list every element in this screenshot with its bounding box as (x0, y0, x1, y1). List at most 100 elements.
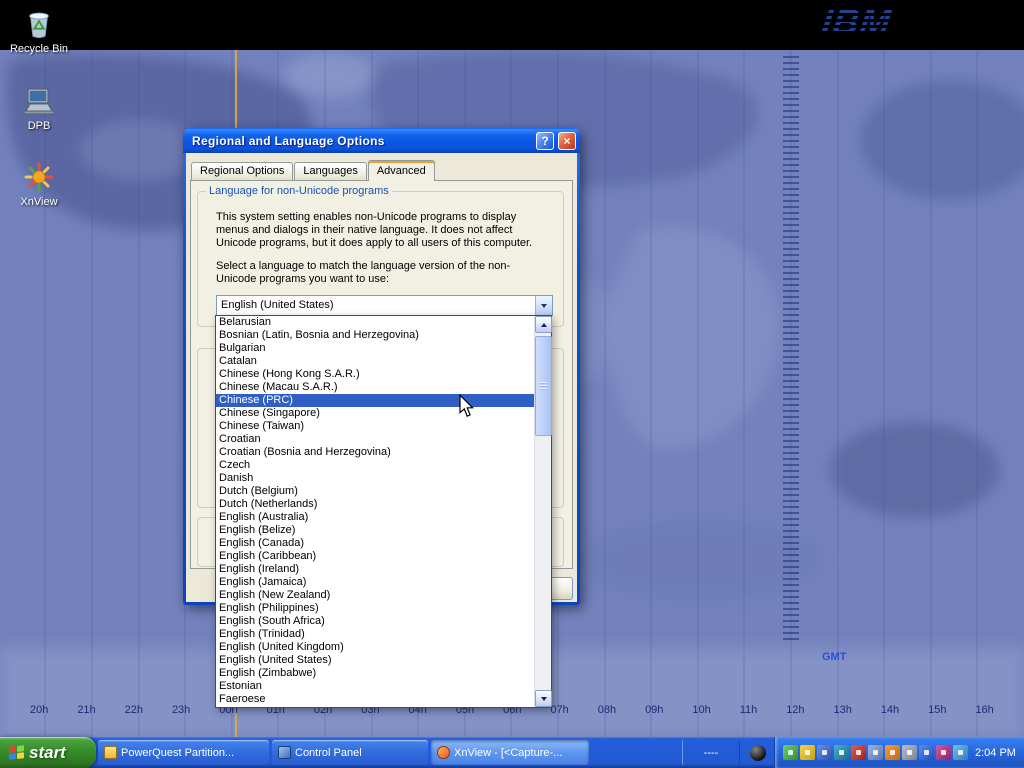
tray-icon-4[interactable] (834, 745, 849, 760)
language-option[interactable]: English (Ireland) (216, 563, 534, 576)
tab-advanced[interactable]: Advanced (368, 160, 435, 181)
tray-icon-1[interactable] (783, 745, 798, 760)
tray-icon-2[interactable] (800, 745, 815, 760)
taskbar-button-powerquest[interactable]: PowerQuest Partition... (98, 740, 269, 765)
desktop-icon-recycle-bin[interactable]: Recycle Bin (4, 5, 74, 55)
group-caption: Language for non-Unicode programs (206, 185, 392, 197)
language-option[interactable]: Czech (216, 459, 534, 472)
language-option[interactable]: English (Philippines) (216, 602, 534, 615)
windows-flag-icon (9, 745, 24, 760)
language-option[interactable]: English (Australia) (216, 511, 534, 524)
arrow-down-icon (541, 697, 547, 704)
timezone-label: 20h (30, 704, 48, 716)
language-option[interactable]: Chinese (Macau S.A.R.) (216, 381, 534, 394)
timezone-label: 15h (928, 704, 946, 716)
desktop-icon-label: XnView (4, 196, 74, 208)
help-button[interactable]: ? (536, 132, 554, 150)
timezone-label: 12h (786, 704, 804, 716)
desktop-icon-label: Recycle Bin (4, 43, 74, 55)
start-button[interactable]: start (0, 737, 96, 768)
desktop-icon-xnview[interactable]: XnView (4, 158, 74, 208)
scrollbar-thumb[interactable] (535, 336, 552, 436)
language-option[interactable]: English (Jamaica) (216, 576, 534, 589)
tray-icon-3[interactable] (817, 745, 832, 760)
tray-icon-6[interactable] (868, 745, 883, 760)
dropdown-items: Belarusian Bosnian (Latin, Bosnia and He… (216, 316, 534, 707)
language-option[interactable]: English (Caribbean) (216, 550, 534, 563)
tab-strip: Regional Options Languages Advanced (191, 161, 436, 181)
timezone-label: 16h (975, 704, 993, 716)
tray-icon-5[interactable] (851, 745, 866, 760)
language-option[interactable]: English (Trinidad) (216, 628, 534, 641)
arrow-up-icon (541, 320, 547, 327)
tray-icon-10[interactable] (936, 745, 951, 760)
scroll-up-button[interactable] (535, 316, 552, 333)
dark-sphere-icon (750, 745, 766, 761)
mouse-cursor (458, 394, 474, 418)
dialog-titlebar[interactable]: Regional and Language Options ? × (183, 128, 580, 153)
dropdown-scrollbar[interactable] (534, 316, 551, 707)
recycle-bin-icon (4, 5, 74, 40)
language-dropdown-list: Belarusian Bosnian (Latin, Bosnia and He… (215, 315, 552, 708)
language-option[interactable]: Chinese (Singapore) (216, 407, 534, 420)
timezone-label: 21h (77, 704, 95, 716)
taskbar-button-xnview[interactable]: XnView - [<Capture-... (431, 740, 589, 765)
ibm-logo: IBM (822, 1, 932, 43)
chevron-down-icon (541, 304, 547, 311)
control-panel-icon (278, 746, 291, 759)
tray-icon-9[interactable] (919, 745, 934, 760)
language-option[interactable]: English (New Zealand) (216, 589, 534, 602)
taskbar-clock: 2:04 PM (975, 747, 1016, 759)
desktop-icon-label: DPB (4, 120, 74, 132)
tray-icon-8[interactable] (902, 745, 917, 760)
tray-icon-7[interactable] (885, 745, 900, 760)
taskbar-empty-area (590, 737, 680, 768)
desktop-icon-dpb[interactable]: DPB (4, 82, 74, 132)
gmt-label: GMT (822, 651, 846, 663)
language-option[interactable]: Croatian (216, 433, 534, 446)
language-option[interactable]: English (United States) (216, 654, 534, 667)
timezone-label: 11h (740, 704, 758, 716)
language-option[interactable]: Dutch (Netherlands) (216, 498, 534, 511)
taskbar: start PowerQuest Partition... Control Pa… (0, 737, 1024, 768)
language-option-selected[interactable]: Chinese (PRC) (216, 394, 534, 407)
language-option[interactable]: Croatian (Bosnia and Herzegovina) (216, 446, 534, 459)
language-option[interactable]: English (South Africa) (216, 615, 534, 628)
dialog-title: Regional and Language Options (183, 134, 536, 148)
scroll-down-button[interactable] (535, 690, 552, 707)
language-option[interactable]: Danish (216, 472, 534, 485)
timezone-label: 13h (834, 704, 852, 716)
language-option[interactable]: Chinese (Hong Kong S.A.R.) (216, 368, 534, 381)
close-button[interactable]: × (558, 132, 576, 150)
timezone-label: 22h (125, 704, 143, 716)
language-option[interactable]: Chinese (Taiwan) (216, 420, 534, 433)
folder-icon (104, 746, 117, 759)
language-option[interactable]: Faeroese (216, 693, 534, 706)
language-option[interactable]: English (Belize) (216, 524, 534, 537)
language-option[interactable]: Bosnian (Latin, Bosnia and Herzegovina) (216, 329, 534, 342)
language-option[interactable]: Bulgarian (216, 342, 534, 355)
toolbar-icon[interactable] (745, 742, 771, 763)
timezone-label: 09h (645, 704, 663, 716)
taskbar-button-control-panel[interactable]: Control Panel (272, 740, 428, 765)
language-option[interactable]: Dutch (Belgium) (216, 485, 534, 498)
language-option[interactable]: Estonian (216, 680, 534, 693)
tab-regional-options[interactable]: Regional Options (191, 162, 293, 180)
language-combobox[interactable]: English (United States) (216, 295, 553, 316)
language-option[interactable]: English (Zimbabwe) (216, 667, 534, 680)
ibm-logo-bars (816, 4, 938, 43)
language-option[interactable]: Catalan (216, 355, 534, 368)
tab-languages[interactable]: Languages (294, 162, 366, 180)
language-option[interactable]: English (United Kingdom) (216, 641, 534, 654)
language-option[interactable]: Belarusian (216, 316, 534, 329)
xnview-icon (437, 746, 450, 759)
combobox-dropdown-button[interactable] (535, 296, 552, 315)
timezone-label: 08h (598, 704, 616, 716)
tray-icon-11[interactable] (953, 745, 968, 760)
xnview-icon (4, 158, 74, 193)
language-option[interactable]: English (Canada) (216, 537, 534, 550)
start-label: start (29, 743, 66, 763)
timezone-label: 10h (692, 704, 710, 716)
taskbar-toolbar[interactable]: ---- (682, 740, 740, 765)
laptop-icon (4, 82, 74, 117)
